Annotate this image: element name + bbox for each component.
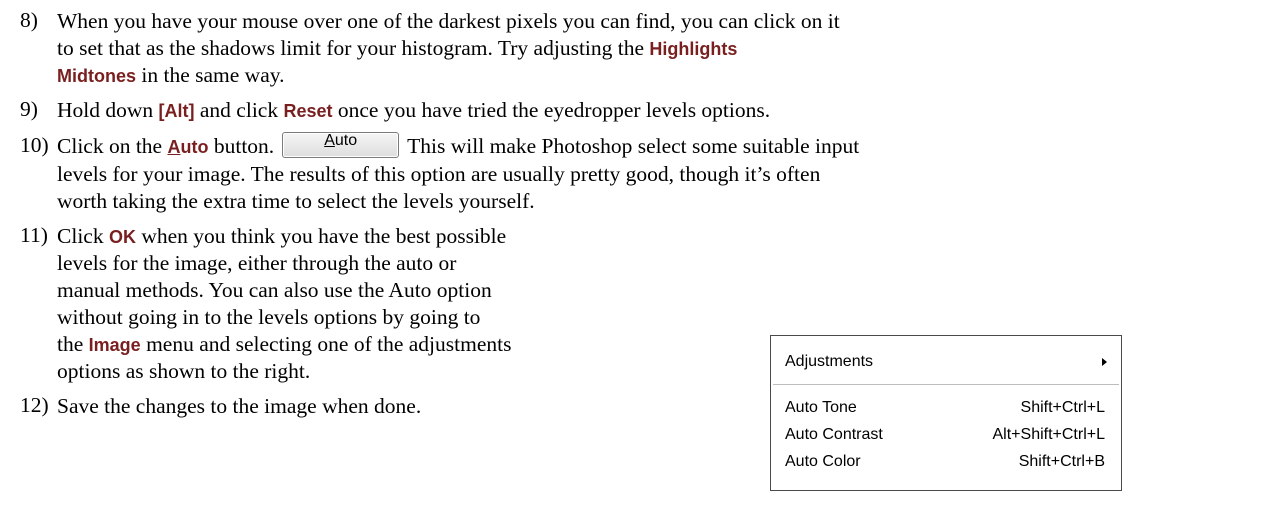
step-11-line-4: without going in to the levels options b… xyxy=(57,304,480,331)
adjustments-menu: Adjustments Auto Tone Shift+Ctrl+L Auto … xyxy=(770,335,1122,491)
menu-item-adjustments[interactable]: Adjustments xyxy=(771,350,1121,374)
step-text: and click xyxy=(199,98,279,122)
ok-keyword: OK xyxy=(108,227,136,247)
step-text: when you think you have the best possibl… xyxy=(141,224,507,248)
step-11-line-6: options as shown to the right. xyxy=(57,358,310,385)
step-11-line-5: the Image menu and selecting one of the … xyxy=(57,331,511,359)
menu-item-shortcut: Shift+Ctrl+B xyxy=(1018,453,1105,470)
step-10-line-1: Click on the Auto button. Auto This will … xyxy=(57,132,860,161)
step-text: levels for your image. The results of th… xyxy=(57,162,821,186)
menu-item-shortcut: Shift+Ctrl+L xyxy=(1020,399,1105,416)
step-text: without going in to the levels options b… xyxy=(57,305,481,329)
step-text: Click on the xyxy=(57,134,163,158)
submenu-arrow-icon xyxy=(1102,358,1107,366)
step-text: to set that as the shadows limit for you… xyxy=(57,36,645,60)
menu-item-auto-color[interactable]: Auto Color Shift+Ctrl+B xyxy=(771,450,1121,474)
auto-keyword: Auto xyxy=(167,137,209,157)
step-text: This will make Photoshop select some sui… xyxy=(407,134,860,158)
step-text: Click xyxy=(57,224,104,248)
step-text: in the same way. xyxy=(141,63,285,87)
step-text: button. xyxy=(213,134,275,158)
step-text: When you have your mouse over one of the… xyxy=(57,9,840,33)
step-text: the xyxy=(57,332,84,356)
step-text: once you have tried the eyedropper level… xyxy=(337,98,771,122)
menu-item-shortcut: Alt+Shift+Ctrl+L xyxy=(992,426,1106,443)
step-text: Save the changes to the image when done. xyxy=(57,394,422,418)
midtones-keyword: Midtones xyxy=(57,66,136,86)
step-11-line-2: levels for the image, either through the… xyxy=(57,250,456,277)
image-menu-keyword: Image xyxy=(88,335,141,355)
step-text: Hold down xyxy=(57,98,154,122)
menu-item-label: Adjustments xyxy=(785,353,874,370)
step-text: options as shown to the right. xyxy=(57,359,311,383)
alt-key-keyword: [Alt] xyxy=(158,101,195,121)
step-9-line-1: Hold down [Alt] and click Reset once you… xyxy=(57,97,770,125)
step-10-line-2: levels for your image. The results of th… xyxy=(57,161,820,188)
step-text: worth taking the extra time to select th… xyxy=(57,189,535,213)
step-number-8: 8) xyxy=(20,8,38,32)
step-text: menu and selecting one of the adjustment… xyxy=(146,332,512,356)
step-8-line-1: When you have your mouse over one of the… xyxy=(57,8,840,35)
highlights-keyword: Highlights xyxy=(649,39,738,59)
step-8-line-3: Midtones in the same way. xyxy=(57,62,284,90)
menu-item-label: Auto Contrast xyxy=(785,426,883,443)
step-10-line-3: worth taking the extra time to select th… xyxy=(57,188,535,215)
step-number-12: 12) xyxy=(20,393,49,417)
step-text: manual methods. You can also use the Aut… xyxy=(57,278,492,302)
menu-separator xyxy=(773,384,1119,385)
menu-item-auto-contrast[interactable]: Auto Contrast Alt+Shift+Ctrl+L xyxy=(771,423,1121,447)
step-11-line-1: Click OK when you think you have the bes… xyxy=(57,223,506,251)
step-number-11: 11) xyxy=(20,223,48,247)
menu-item-label: Auto Color xyxy=(785,453,861,470)
auto-button[interactable]: Auto xyxy=(282,132,400,159)
menu-item-auto-tone[interactable]: Auto Tone Shift+Ctrl+L xyxy=(771,396,1121,420)
menu-item-label: Auto Tone xyxy=(785,399,857,416)
step-text: levels for the image, either through the… xyxy=(57,251,457,275)
step-12-line-1: Save the changes to the image when done. xyxy=(57,393,421,420)
step-11-line-3: manual methods. You can also use the Aut… xyxy=(57,277,492,304)
reset-keyword: Reset xyxy=(283,101,333,121)
step-number-10: 10) xyxy=(20,133,49,157)
step-8-line-2: to set that as the shadows limit for you… xyxy=(57,35,737,63)
step-number-9: 9) xyxy=(20,97,38,121)
